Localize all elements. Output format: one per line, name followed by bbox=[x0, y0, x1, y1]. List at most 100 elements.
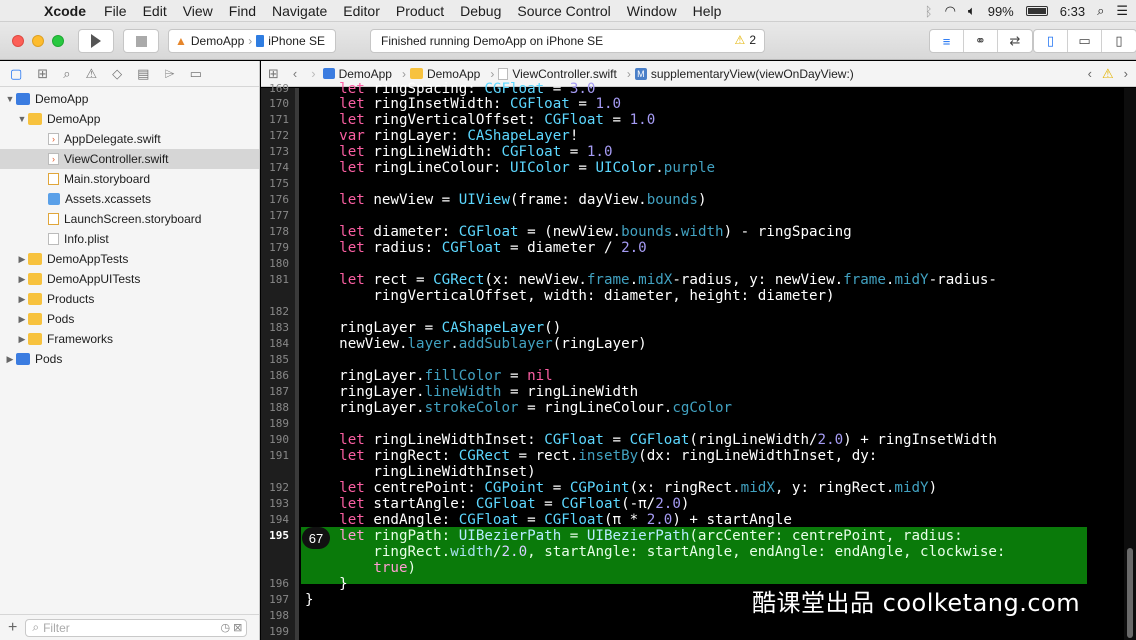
disclosure-triangle-icon[interactable]: ▼ bbox=[4, 94, 16, 104]
project-icon bbox=[16, 353, 30, 365]
line-number: 198 bbox=[269, 609, 289, 622]
tree-item-group[interactable]: ▶ Frameworks bbox=[0, 329, 259, 349]
source-control-navigator-tab-icon[interactable]: ⊞ bbox=[37, 66, 48, 82]
next-issue-icon[interactable]: › bbox=[1124, 66, 1128, 81]
disclosure-triangle-icon[interactable]: ▶ bbox=[16, 254, 28, 265]
disclosure-triangle-icon[interactable]: ▶ bbox=[16, 294, 28, 305]
line-number: 194 bbox=[269, 513, 289, 526]
toggle-navigator-icon[interactable]: ▯ bbox=[1034, 30, 1068, 52]
test-navigator-tab-icon[interactable]: ◇ bbox=[112, 66, 122, 82]
standard-editor-icon[interactable]: ≡ bbox=[930, 30, 964, 52]
breadcrumb-method[interactable]: M supplementaryView(viewOnDayView:) bbox=[634, 67, 854, 81]
back-arrow-icon[interactable]: ‹ bbox=[293, 66, 297, 81]
menu-product[interactable]: Product bbox=[396, 3, 444, 19]
activity-status: Finished running DemoApp on iPhone SE ⚠ … bbox=[370, 29, 765, 53]
navigator-filter-bar: + ⌕ Filter ◷ ⊠ bbox=[0, 614, 259, 640]
code-line: ringLineWidthInset) bbox=[305, 464, 536, 480]
add-file-icon[interactable]: + bbox=[8, 619, 17, 637]
assistant-editor-icon[interactable]: ⚭ bbox=[964, 30, 998, 52]
project-navigator-tab-icon[interactable]: ▢ bbox=[10, 66, 22, 82]
line-number: 176 bbox=[269, 193, 289, 206]
code-line: var ringLayer: CAShapeLayer! bbox=[305, 128, 579, 144]
tree-item-group[interactable]: ▶ Products bbox=[0, 289, 259, 309]
line-number: 179 bbox=[269, 241, 289, 254]
warning-indicator[interactable]: ⚠ 2 bbox=[735, 33, 756, 47]
line-number: 183 bbox=[269, 321, 289, 334]
previous-issue-icon[interactable]: ‹ bbox=[1088, 66, 1092, 81]
bluetooth-icon[interactable]: ᛒ bbox=[925, 4, 933, 19]
tree-item-group[interactable]: ▼ DemoApp bbox=[0, 109, 259, 129]
scheme-selector[interactable]: ▲ DemoApp › iPhone SE bbox=[168, 29, 336, 53]
folder-icon bbox=[28, 293, 42, 305]
tree-item-project[interactable]: ▼ DemoApp bbox=[0, 89, 259, 109]
tree-item-file[interactable]: Main.storyboard bbox=[0, 169, 259, 189]
find-navigator-tab-icon[interactable]: ⌕ bbox=[63, 66, 70, 82]
menu-find[interactable]: Find bbox=[229, 3, 256, 19]
clock-time[interactable]: 6:33 bbox=[1060, 4, 1085, 19]
breakpoint-navigator-tab-icon[interactable]: ⌲ bbox=[164, 66, 174, 82]
disclosure-triangle-icon[interactable]: ▶ bbox=[16, 314, 28, 325]
code-line: ringLayer = CAShapeLayer() bbox=[305, 320, 562, 336]
filter-options-icon[interactable]: ◷ ⊠ bbox=[220, 621, 242, 634]
tree-item-group[interactable]: ▶ Pods bbox=[0, 309, 259, 329]
tree-item-label: DemoAppUITests bbox=[47, 272, 141, 286]
menu-file[interactable]: File bbox=[104, 3, 127, 19]
battery-percent[interactable]: 99% bbox=[988, 4, 1014, 19]
minimize-window-button[interactable] bbox=[32, 35, 44, 47]
breadcrumb-project[interactable]: DemoApp bbox=[322, 67, 392, 81]
folder-icon bbox=[28, 313, 42, 325]
menu-navigate[interactable]: Navigate bbox=[272, 3, 327, 19]
issue-warning-icon[interactable]: ⚠ bbox=[1102, 66, 1114, 82]
version-editor-icon[interactable]: ⇄ bbox=[998, 30, 1032, 52]
filter-input[interactable]: ⌕ Filter ◷ ⊠ bbox=[25, 618, 248, 637]
wifi-icon[interactable]: ◠ bbox=[945, 3, 956, 19]
line-number: 187 bbox=[269, 385, 289, 398]
related-items-icon[interactable]: ⊞ bbox=[268, 66, 279, 82]
disclosure-triangle-icon[interactable]: ▶ bbox=[4, 354, 16, 365]
code-line: let newView = UIView(frame: dayView.boun… bbox=[305, 192, 707, 208]
menu-debug[interactable]: Debug bbox=[460, 3, 501, 19]
breadcrumb-file[interactable]: ViewController.swift bbox=[498, 67, 617, 81]
tree-item-group[interactable]: ▶ DemoAppUITests bbox=[0, 269, 259, 289]
notification-center-icon[interactable]: ☰ bbox=[1116, 3, 1128, 19]
tree-item-file[interactable]: › AppDelegate.swift bbox=[0, 129, 259, 149]
disclosure-triangle-icon[interactable]: ▶ bbox=[16, 334, 28, 345]
toggle-debug-area-icon[interactable]: ▭ bbox=[1068, 30, 1102, 52]
tree-item-file[interactable]: LaunchScreen.storyboard bbox=[0, 209, 259, 229]
code-line: let ringVerticalOffset: CGFloat = 1.0 bbox=[305, 112, 656, 128]
scrollbar-thumb[interactable] bbox=[1127, 548, 1133, 638]
spotlight-search-icon[interactable]: ⌕ bbox=[1097, 3, 1104, 19]
forward-arrow-icon[interactable]: › bbox=[311, 66, 315, 81]
zoom-window-button[interactable] bbox=[52, 35, 64, 47]
tree-item-group[interactable]: ▶ DemoAppTests bbox=[0, 249, 259, 269]
battery-icon[interactable] bbox=[1025, 6, 1048, 16]
panel-toggle-group: ▯ ▭ ▯ bbox=[1033, 29, 1136, 53]
line-number: 172 bbox=[269, 129, 289, 142]
tree-item-file-selected[interactable]: › ViewController.swift bbox=[0, 149, 259, 169]
menu-app-name[interactable]: Xcode bbox=[44, 3, 86, 19]
editor-scrollbar[interactable] bbox=[1124, 88, 1136, 640]
tree-item-file[interactable]: Info.plist bbox=[0, 229, 259, 249]
code-line: let rect = CGRect(x: newView.frame.midX-… bbox=[305, 272, 997, 288]
menu-source-control[interactable]: Source Control bbox=[517, 3, 610, 19]
menu-window[interactable]: Window bbox=[627, 3, 677, 19]
line-number: 181 bbox=[269, 273, 289, 286]
tree-item-project[interactable]: ▶ Pods bbox=[0, 349, 259, 369]
disclosure-triangle-icon[interactable]: ▼ bbox=[16, 114, 28, 124]
debug-navigator-tab-icon[interactable]: ▤ bbox=[137, 66, 149, 82]
run-button[interactable] bbox=[78, 29, 114, 53]
code-line: true) bbox=[305, 560, 417, 576]
menu-edit[interactable]: Edit bbox=[143, 3, 167, 19]
menu-help[interactable]: Help bbox=[693, 3, 722, 19]
report-navigator-tab-icon[interactable]: ▭ bbox=[190, 66, 202, 82]
issue-navigator-tab-icon[interactable]: ⚠ bbox=[85, 66, 97, 82]
breadcrumb-group[interactable]: DemoApp bbox=[409, 67, 480, 81]
menu-editor[interactable]: Editor bbox=[343, 3, 380, 19]
menu-view[interactable]: View bbox=[183, 3, 213, 19]
stop-button[interactable] bbox=[123, 29, 159, 53]
disclosure-triangle-icon[interactable]: ▶ bbox=[16, 274, 28, 285]
tree-item-file[interactable]: Assets.xcassets bbox=[0, 189, 259, 209]
toggle-utilities-icon[interactable]: ▯ bbox=[1102, 30, 1136, 52]
close-window-button[interactable] bbox=[12, 35, 24, 47]
volume-icon[interactable]: 🔈︎ bbox=[968, 3, 976, 19]
